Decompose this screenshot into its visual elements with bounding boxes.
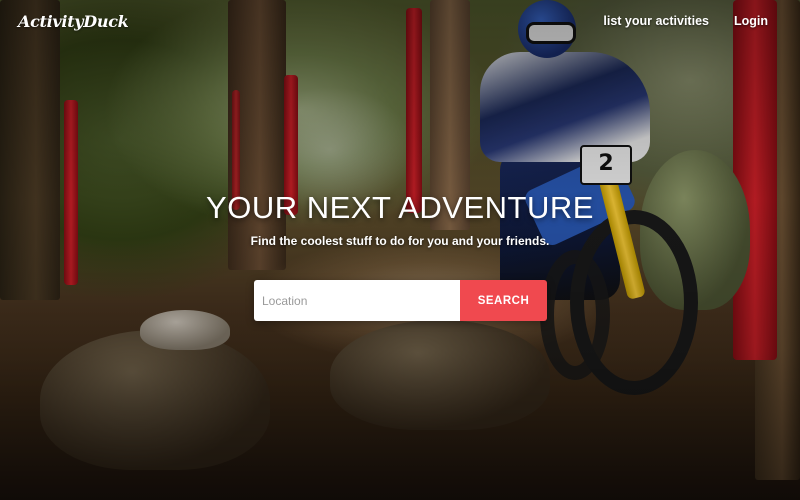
hero-dark-overlay (0, 0, 800, 500)
search-button[interactable]: SEARCH (460, 280, 547, 321)
hero-subtitle: Find the coolest stuff to do for you and… (250, 234, 550, 248)
site-logo[interactable]: ActivityDuck (18, 12, 129, 31)
hero-title: YOUR NEXT ADVENTURE (206, 190, 594, 225)
header-nav: list your activities Login (603, 14, 768, 28)
top-navbar: ActivityDuck list your activities Login (0, 0, 800, 44)
nav-login[interactable]: Login (734, 14, 768, 28)
location-search-form: SEARCH (254, 280, 547, 321)
nav-list-your-activities[interactable]: list your activities (603, 14, 709, 28)
location-search-input[interactable] (254, 280, 460, 321)
hero-section: YOUR NEXT ADVENTURE Find the coolest stu… (0, 190, 800, 248)
